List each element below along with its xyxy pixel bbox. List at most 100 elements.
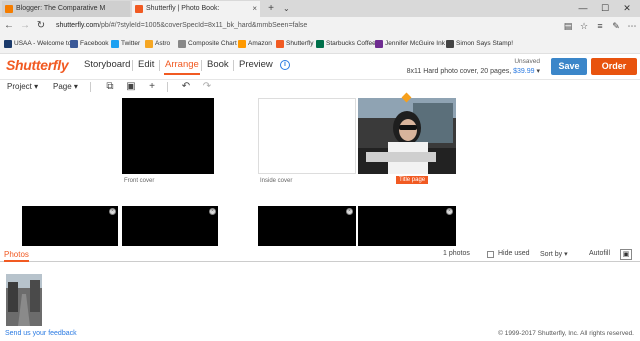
nav-edit[interactable]: Edit bbox=[137, 59, 155, 73]
blogger-favicon-icon bbox=[5, 5, 13, 13]
sort-by-label: Sort by bbox=[540, 251, 563, 258]
favorite-label: Astro bbox=[155, 40, 171, 47]
jennifer-mcguire-icon bbox=[375, 40, 383, 48]
simon-says-icon bbox=[446, 40, 454, 48]
page-menu[interactable]: Page ▾ bbox=[53, 80, 78, 94]
tab-title: Shutterfly | Photo Book: bbox=[146, 5, 220, 12]
remove-page-icon[interactable]: × bbox=[209, 208, 216, 215]
hide-used-checkbox[interactable] bbox=[487, 251, 494, 258]
favorite-jennifer-mcguire[interactable]: Jennifer McGuire Ink bbox=[375, 35, 445, 53]
minimize-button[interactable]: — bbox=[572, 0, 594, 17]
page-spread-right-1[interactable] bbox=[122, 206, 218, 246]
front-cover-label: Front cover bbox=[124, 178, 155, 184]
favorite-shutterfly[interactable]: Shutterfly bbox=[276, 35, 313, 53]
chevron-down-icon: ▾ bbox=[73, 82, 78, 91]
favorite-astro[interactable]: Astro bbox=[145, 35, 170, 53]
front-cover-page[interactable] bbox=[122, 98, 214, 174]
tab-photos[interactable]: Photos bbox=[4, 250, 29, 262]
project-menu[interactable]: Project ▾ bbox=[7, 80, 38, 94]
shutterfly-favicon-icon bbox=[135, 5, 143, 13]
street-photo bbox=[6, 274, 42, 326]
save-button[interactable]: Save bbox=[551, 58, 587, 75]
favorite-label: Composite Chart - bbox=[188, 40, 241, 47]
facebook-icon bbox=[70, 40, 78, 48]
remove-page-icon[interactable]: × bbox=[346, 208, 353, 215]
copyright-text: © 1999-2017 Shutterfly, Inc. All rights … bbox=[498, 330, 634, 337]
more-icon[interactable]: ⋯ bbox=[624, 17, 640, 35]
title-page-photo[interactable] bbox=[358, 98, 456, 174]
favorite-label: Starbucks Coffee bbox=[326, 40, 376, 47]
add-page-icon[interactable]: + bbox=[146, 80, 158, 94]
remove-page-icon[interactable]: × bbox=[446, 208, 453, 215]
favorite-composite-chart[interactable]: Composite Chart - bbox=[178, 35, 241, 53]
shutterfly-logo[interactable]: Shutterfly bbox=[6, 57, 69, 73]
order-button[interactable]: Order bbox=[591, 58, 637, 75]
favorite-amazon[interactable]: Amazon bbox=[238, 35, 272, 53]
photo-tray-header: Photos 1 photos Hide used Sort by ▾ Auto… bbox=[0, 248, 640, 262]
favorite-label: Shutterfly bbox=[286, 40, 314, 47]
editor-toolbar: Project ▾ Page ▾ ⧉ ▣ + ↶ ↷ bbox=[0, 80, 640, 94]
usaa-icon bbox=[4, 40, 12, 48]
remove-page-icon[interactable]: × bbox=[109, 208, 116, 215]
feedback-link[interactable]: Send us your feedback bbox=[5, 330, 77, 337]
favorite-simon-says[interactable]: Simon Says Stamp! bbox=[446, 35, 513, 53]
inside-cover-label: Inside cover bbox=[260, 178, 293, 184]
nav-preview[interactable]: Preview bbox=[238, 59, 274, 73]
title-page-label: Title page bbox=[396, 176, 429, 184]
photo-thumbnail[interactable] bbox=[6, 274, 42, 326]
close-window-button[interactable]: ✕ bbox=[616, 0, 638, 17]
twitter-icon bbox=[111, 40, 119, 48]
layout-icon[interactable]: ⧉ bbox=[104, 80, 116, 94]
browser-tab-shutterfly[interactable]: Shutterfly | Photo Book: × bbox=[132, 1, 260, 17]
sort-by-dropdown[interactable]: Sort by ▾ bbox=[540, 250, 568, 258]
notes-icon[interactable]: ✎ bbox=[608, 17, 624, 35]
add-photo-icon[interactable]: ▣ bbox=[125, 80, 137, 94]
tab-title: Blogger: The Comparative M bbox=[16, 5, 106, 12]
browser-tab-blogger[interactable]: Blogger: The Comparative M bbox=[2, 1, 130, 17]
favorite-label: Simon Says Stamp! bbox=[456, 40, 514, 47]
nav-divider bbox=[159, 60, 160, 71]
close-tab-icon[interactable]: × bbox=[252, 1, 257, 17]
refresh-icon[interactable]: ↻ bbox=[34, 17, 48, 35]
url-field[interactable]: shutterfly.com/pb/#/?styleId=1005&coverS… bbox=[56, 20, 556, 32]
page-menu-label: Page bbox=[53, 82, 72, 91]
favorite-label: USAA - Welcome to bbox=[14, 40, 72, 47]
maximize-button[interactable]: ☐ bbox=[594, 0, 616, 17]
tray-layout-icon[interactable]: ▣ bbox=[620, 249, 632, 260]
favorite-starbucks[interactable]: Starbucks Coffee bbox=[316, 35, 376, 53]
nav-divider bbox=[132, 60, 133, 71]
starbucks-icon bbox=[316, 40, 324, 48]
nav-book[interactable]: Book bbox=[206, 59, 230, 73]
hide-used-label: Hide used bbox=[498, 250, 530, 257]
favorites-bar: USAA - Welcome to Facebook Twitter Astro… bbox=[0, 35, 640, 54]
hub-icon[interactable]: ≡ bbox=[592, 17, 608, 35]
tab-list-button[interactable]: ⌄ bbox=[283, 0, 290, 17]
undo-icon[interactable]: ↶ bbox=[180, 80, 192, 94]
redo-icon[interactable]: ↷ bbox=[201, 80, 213, 94]
save-status: Unsaved bbox=[514, 58, 540, 65]
nav-arrange[interactable]: Arrange bbox=[164, 59, 200, 75]
back-arrow-icon[interactable]: ← bbox=[2, 17, 16, 35]
favorite-twitter[interactable]: Twitter bbox=[111, 35, 140, 53]
autofill-button[interactable]: Autofill bbox=[589, 250, 610, 257]
favorite-facebook[interactable]: Facebook bbox=[70, 35, 109, 53]
page-spread-right-2[interactable] bbox=[358, 206, 456, 246]
project-menu-label: Project bbox=[7, 82, 32, 91]
browser-tab-bar: Blogger: The Comparative M Shutterfly | … bbox=[0, 0, 640, 17]
product-price: $39.99 bbox=[513, 68, 535, 75]
favorite-usaa[interactable]: USAA - Welcome to bbox=[4, 35, 71, 53]
forward-arrow-icon[interactable]: → bbox=[18, 17, 32, 35]
favorite-label: Jennifer McGuire Ink bbox=[385, 40, 445, 47]
shutterfly-icon bbox=[276, 40, 284, 48]
inside-cover-page[interactable] bbox=[258, 98, 356, 174]
product-selector[interactable]: 8x11 Hard photo cover, 20 pages, $39.99 … bbox=[407, 67, 540, 75]
favorite-star-icon[interactable]: ☆ bbox=[576, 17, 592, 35]
reading-view-icon[interactable]: ▤ bbox=[560, 17, 576, 35]
page-spread-left-2[interactable] bbox=[258, 206, 356, 246]
info-icon[interactable]: i bbox=[280, 60, 290, 70]
nav-divider bbox=[233, 60, 234, 71]
amazon-icon bbox=[238, 40, 246, 48]
nav-storyboard[interactable]: Storyboard bbox=[83, 59, 131, 73]
page-spread-left-1[interactable] bbox=[22, 206, 118, 246]
new-tab-button[interactable]: + bbox=[264, 0, 278, 17]
